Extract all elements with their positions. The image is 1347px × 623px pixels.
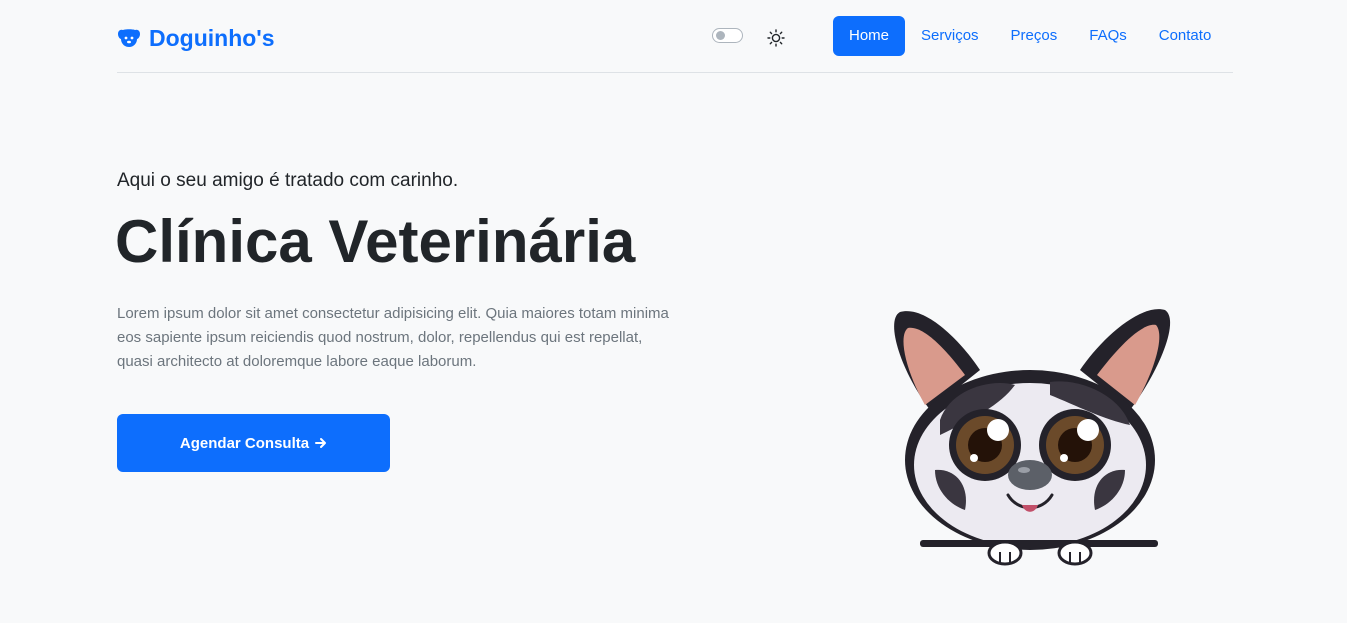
dog-illustration	[894, 309, 1171, 566]
brand-link[interactable]: Doguinho's	[117, 22, 275, 54]
hero-title: Clínica Veterinária	[115, 208, 636, 275]
main-nav: Home Serviços Preços FAQs Contato	[833, 16, 1227, 56]
nav-item-faqs[interactable]: FAQs	[1073, 16, 1143, 56]
theme-toggle-switch[interactable]	[712, 28, 743, 43]
site-header: Doguinho's Home Serviços Preços FAQs Con…	[117, 0, 1233, 73]
nav-item-home[interactable]: Home	[833, 16, 906, 56]
arrow-right-icon	[315, 438, 327, 448]
cta-label: Agendar Consulta	[179, 434, 310, 452]
schedule-appointment-button[interactable]: Agendar Consulta	[117, 414, 390, 472]
nav-item-contato[interactable]: Contato	[1143, 16, 1228, 56]
sun-icon	[767, 29, 785, 47]
nav-item-precos[interactable]: Preços	[995, 16, 1074, 56]
brand-name: Doguinho's	[149, 25, 275, 51]
hero-kicker: Aqui o seu amigo é tratado com carinho.	[117, 170, 459, 191]
nav-item-servicos[interactable]: Serviços	[905, 16, 995, 56]
toggle-knob	[716, 31, 725, 40]
dog-icon	[118, 29, 140, 47]
hero-lead: Lorem ipsum dolor sit amet consectetur a…	[117, 305, 669, 370]
